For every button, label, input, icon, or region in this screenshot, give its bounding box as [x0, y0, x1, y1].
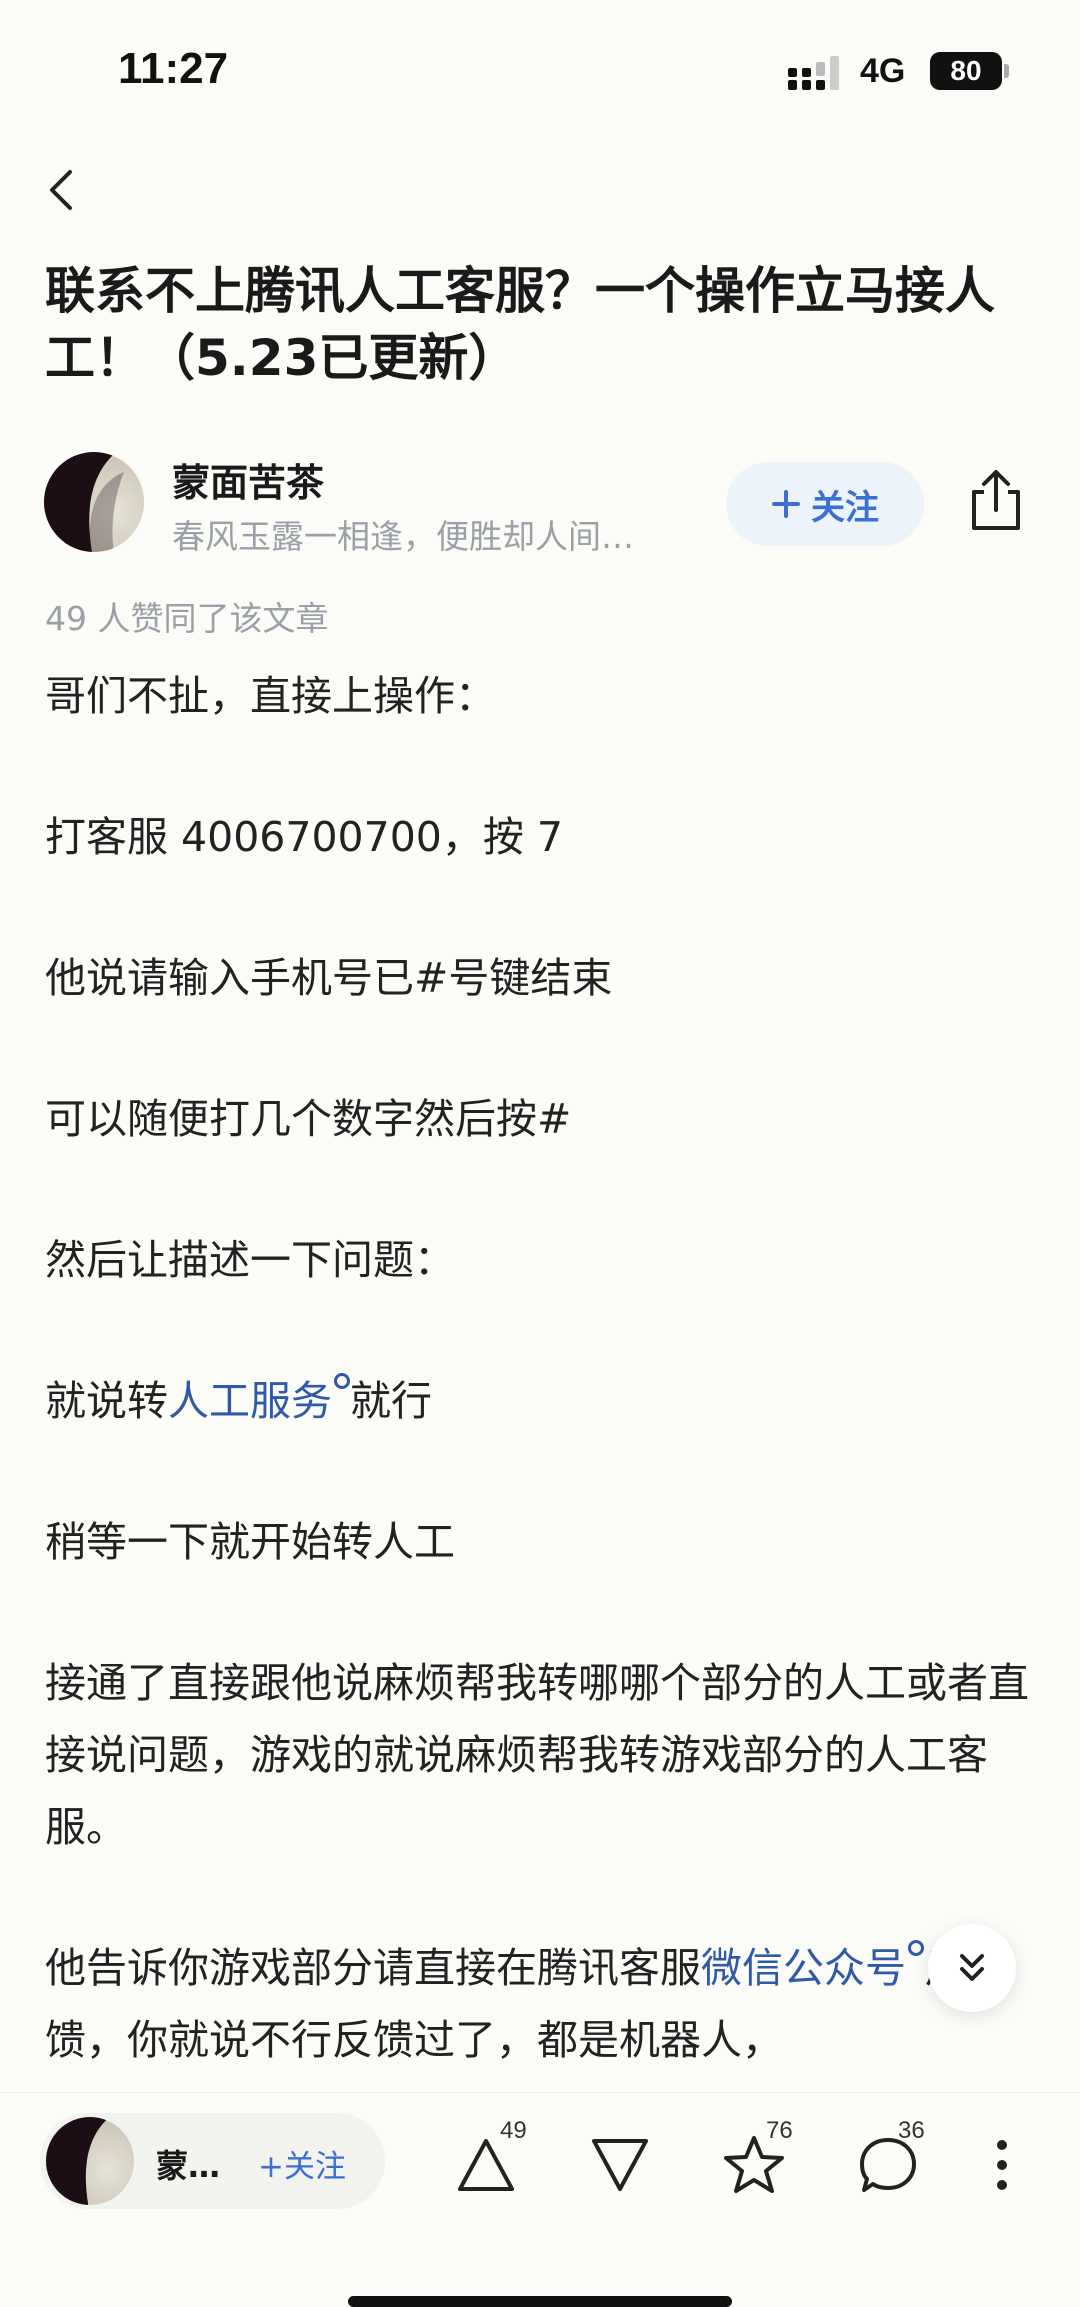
paragraph: 打客服 4006700700，按 7 [45, 813, 564, 861]
follow-button[interactable]: 关注 [726, 462, 924, 546]
text: 就说转 [45, 1377, 168, 1425]
author-bio: 春风玉露一相逢，便胜却人间… [172, 517, 634, 556]
like-summary: 49 人赞同了该文章 [45, 599, 329, 638]
plus-icon [772, 490, 800, 518]
text: 就行 [350, 1377, 432, 1425]
scroll-down-button[interactable] [928, 1924, 1016, 2012]
article-title: 联系不上腾讯人工客服？一个操作立马接人工！（5.23已更新） [45, 262, 995, 387]
paragraph: 接通了直接跟他说麻烦帮我转哪哪个部分的人工或者直接说问题，游戏的就说麻烦帮我转游… [45, 1659, 1029, 1851]
paragraph: 哥们不扯，直接上操作： [45, 672, 496, 720]
home-indicator[interactable] [348, 2296, 732, 2307]
paragraph: 他告诉你游戏部分请直接在腾讯客服微信公众号反馈，你就说不行反馈过了，都是机器人， [45, 1932, 1030, 2076]
author-avatar-small[interactable] [46, 2117, 134, 2205]
paragraph: 就说转人工服务 就行 [45, 1365, 1030, 1437]
back-arrow-icon[interactable] [40, 160, 84, 220]
status-bar: 11:27 4G 80 [0, 0, 1080, 140]
comment-count: 36 [898, 2117, 925, 2144]
search-icon [334, 1373, 350, 1389]
search-link[interactable]: 微信公众号 [701, 1944, 906, 1992]
downvote-button[interactable] [580, 2125, 660, 2205]
follow-button-small[interactable]: +关注 [258, 2141, 346, 2186]
more-options-button[interactable] [962, 2125, 1042, 2205]
paragraph: 然后让描述一下问题： [45, 1236, 455, 1284]
article-body: 哥们不扯，直接上操作： 打客服 4006700700，按 7 他说请输入手机号已… [45, 660, 1030, 2080]
paragraph: 稍等一下就开始转人工 [45, 1518, 455, 1566]
favorite-count: 76 [766, 2117, 793, 2144]
status-time: 11:27 [118, 44, 229, 93]
double-chevron-down-icon [960, 1954, 984, 1981]
search-link[interactable]: 人工服务 [168, 1377, 332, 1425]
bottom-action-bar: 蒙… +关注 49 76 36 [0, 2092, 1080, 2307]
battery-level: 80 [950, 55, 982, 86]
downvote-icon [592, 2139, 648, 2191]
follow-label: 关注 [811, 487, 879, 528]
paragraph: 可以随便打几个数字然后按# [45, 1095, 572, 1143]
paragraph: 他说请输入手机号已#号键结束 [45, 954, 613, 1002]
author-avatar[interactable] [44, 452, 144, 552]
author-name-short[interactable]: 蒙… [156, 2141, 220, 2187]
cellular-signal-icon [788, 56, 839, 90]
upvote-count: 49 [500, 2117, 527, 2144]
network-type: 4G [860, 52, 906, 90]
battery-icon: 80 [930, 52, 1009, 90]
search-icon [908, 1940, 924, 1956]
text: 他告诉你游戏部分请直接在腾讯客服 [45, 1944, 701, 1992]
share-icon[interactable] [966, 468, 1026, 532]
more-vertical-icon [997, 2140, 1007, 2190]
bottom-author-chip[interactable]: 蒙… +关注 [40, 2113, 385, 2209]
author-name[interactable]: 蒙面苦茶 [172, 452, 324, 507]
